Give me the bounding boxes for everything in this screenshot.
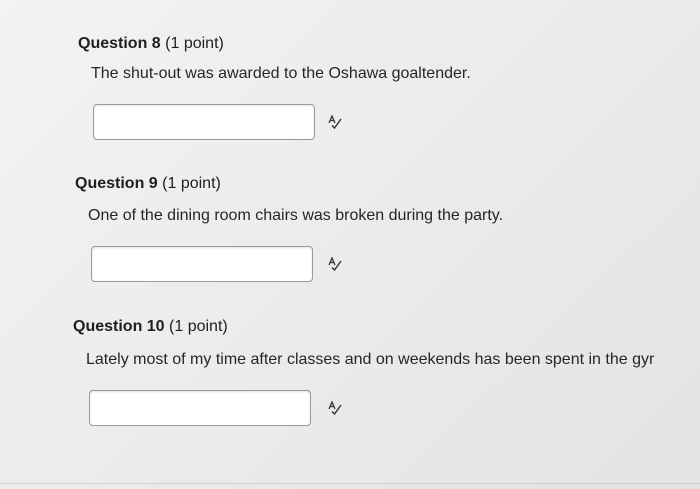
spell-check-icon[interactable] — [327, 400, 343, 416]
question-number: Question 10 — [73, 318, 165, 335]
divider — [0, 483, 700, 484]
question-text: The shut-out was awarded to the Oshawa g… — [91, 65, 471, 82]
question-heading: Question 10 (1 point) — [73, 318, 228, 336]
question-number: Question 8 — [78, 35, 161, 52]
question-number: Question 9 — [75, 175, 158, 192]
spell-check-icon[interactable] — [327, 114, 343, 130]
question-text: One of the dining room chairs was broken… — [88, 207, 504, 224]
answer-input[interactable] — [93, 104, 315, 140]
answer-input[interactable] — [91, 246, 313, 282]
question-points: (1 point) — [165, 35, 224, 52]
question-heading: Question 9 (1 point) — [75, 175, 221, 193]
question-points: (1 point) — [162, 175, 221, 192]
answer-input[interactable] — [89, 390, 311, 426]
question-heading: Question 8 (1 point) — [78, 35, 224, 53]
question-text: Lately most of my time after classes and… — [86, 351, 655, 368]
question-points: (1 point) — [169, 318, 228, 335]
spell-check-icon[interactable] — [327, 256, 343, 272]
